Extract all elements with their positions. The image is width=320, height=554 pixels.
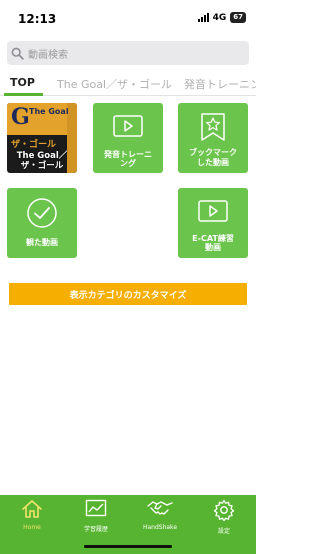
tile-watched-label: 観た動画 xyxy=(26,238,58,247)
tile-the-goal[interactable]: G The Goal ザ・ゴール The Goal／ ザ・ゴール xyxy=(7,103,77,173)
search-input[interactable]: 動画検索 xyxy=(28,46,68,61)
status-indicators: 4G 67 xyxy=(197,12,246,23)
tile-pronunciation-label-2: ング xyxy=(120,159,136,168)
signal-icon xyxy=(197,13,209,22)
tile-pronunciation-label-1: 発音トレーニ xyxy=(104,150,152,159)
battery-indicator: 67 xyxy=(230,12,246,23)
book-cover-jp: ザ・ゴール xyxy=(11,140,57,150)
bookmark-star-icon xyxy=(201,113,225,141)
status-bar: 12:13 4G 67 xyxy=(0,0,256,36)
tile-ecat-label-1: E-CAT練習 xyxy=(192,234,234,243)
tile-the-goal-label-2: ザ・ゴール xyxy=(20,161,64,171)
home-indicator xyxy=(84,545,172,548)
active-tab-indicator xyxy=(4,93,43,96)
customize-categories-button[interactable]: 表示カテゴリのカスタマイズ xyxy=(9,283,247,305)
home-icon xyxy=(22,500,42,518)
tile-watched-videos[interactable]: 観た動画 xyxy=(7,188,77,258)
nav-home[interactable]: Home xyxy=(4,499,60,531)
book-cover-title: The Goal xyxy=(29,107,69,116)
tile-pronunciation-training[interactable]: 発音トレーニ ング xyxy=(93,103,163,173)
tile-bookmarked-videos[interactable]: ブックマーク した動画 xyxy=(178,103,248,173)
tab-pronunciation-training[interactable]: 発音トレーニング xyxy=(184,76,256,92)
handshake-icon xyxy=(147,501,173,515)
nav-learning-history[interactable]: 学習履歴 xyxy=(68,499,124,533)
network-type: 4G xyxy=(212,12,227,23)
nav-handshake[interactable]: HandShake xyxy=(132,499,188,531)
play-icon xyxy=(198,200,228,222)
tile-ecat-practice[interactable]: E-CAT練習 動画 xyxy=(178,188,248,258)
nav-home-label: Home xyxy=(23,524,41,531)
chart-icon xyxy=(85,499,107,517)
play-icon xyxy=(113,115,143,137)
gear-icon xyxy=(213,499,235,522)
tile-bookmarked-label-1: ブックマーク xyxy=(189,148,237,157)
nav-learning-history-label: 学習履歴 xyxy=(83,526,108,533)
search-bar[interactable]: 動画検索 xyxy=(7,41,249,65)
tab-the-goal[interactable]: The Goal／ザ・ゴール xyxy=(57,76,172,92)
nav-settings[interactable]: 設定 xyxy=(196,499,252,535)
tab-top[interactable]: TOP xyxy=(10,76,35,89)
tile-the-goal-label-1: The Goal／ xyxy=(16,151,68,161)
nav-settings-label: 設定 xyxy=(217,528,230,535)
check-circle-icon xyxy=(27,198,57,228)
status-time: 12:13 xyxy=(18,12,57,26)
tile-ecat-label-2: 動画 xyxy=(205,243,221,252)
nav-handshake-label: HandShake xyxy=(142,524,178,531)
tile-bookmarked-label-2: した動画 xyxy=(197,158,229,167)
search-icon xyxy=(11,47,24,60)
